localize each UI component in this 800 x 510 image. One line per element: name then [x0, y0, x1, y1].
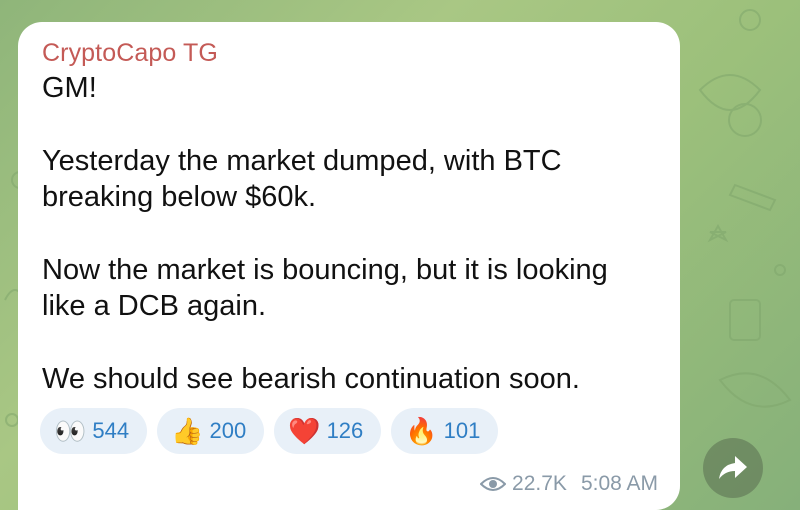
reaction-thumbs-up[interactable]: 👍 200 — [157, 408, 265, 454]
reaction-eyes[interactable]: 👀 544 — [40, 408, 148, 454]
reaction-fire[interactable]: 🔥 101 — [391, 408, 499, 454]
reaction-count: 126 — [326, 418, 364, 443]
reaction-count: 544 — [92, 418, 130, 443]
message-time: 5:08 AM — [580, 472, 658, 495]
message-line: Yesterday the market dumped, with BTC — [42, 145, 562, 177]
forward-arrow-icon — [719, 456, 747, 479]
view-count: 22.7K — [512, 472, 567, 495]
reaction-count: 200 — [209, 418, 247, 443]
message-line: GM! — [42, 72, 97, 104]
message-line: breaking below $60k. — [42, 181, 317, 213]
message-bubble[interactable]: CryptoCapo TG GM! Yesterday the market d… — [18, 22, 680, 510]
sender-name[interactable]: CryptoCapo TG — [42, 38, 656, 68]
fire-emoji-icon: 🔥 — [405, 416, 438, 446]
forward-button[interactable] — [703, 438, 763, 498]
red-heart-emoji-icon: ❤️ — [288, 416, 321, 446]
thumbs-up-emoji-icon: 👍 — [171, 416, 204, 446]
message-line: We should see bearish continuation soon. — [42, 363, 580, 395]
reactions-bar: 👀 544 👍 200 ❤️ 126 🔥 101 — [40, 408, 499, 454]
message-line: like a DCB again. — [42, 290, 267, 322]
bubble-tail — [26, 492, 40, 510]
reaction-count: 101 — [443, 418, 481, 443]
eyes-emoji-icon: 👀 — [54, 416, 87, 446]
reaction-heart[interactable]: ❤️ 126 — [274, 408, 382, 454]
message-meta: 22.7K 5:08 AM — [480, 472, 658, 496]
message-line: Now the market is bouncing, but it is lo… — [42, 254, 608, 286]
message-text: GM! Yesterday the market dumped, with BT… — [42, 70, 656, 397]
eye-icon — [480, 477, 507, 491]
